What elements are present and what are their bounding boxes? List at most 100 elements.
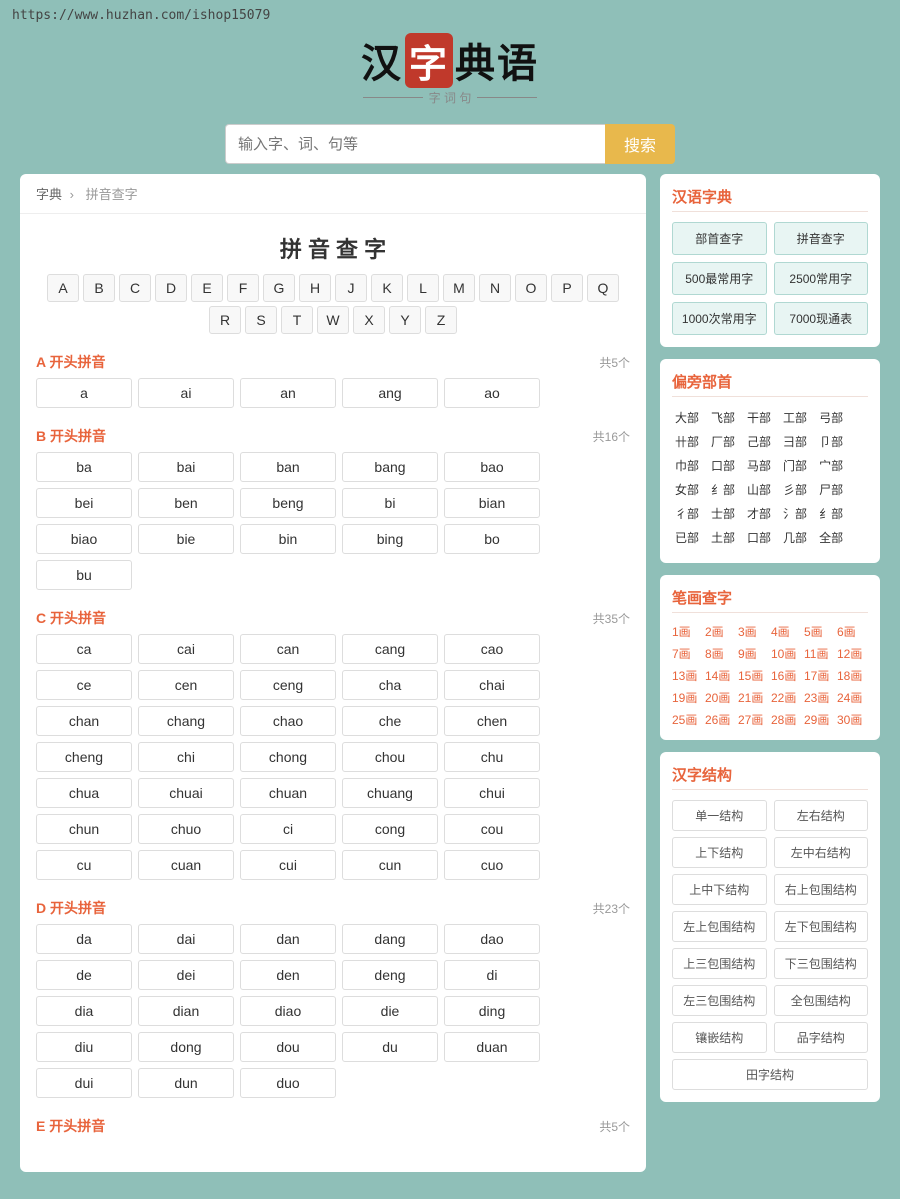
pinyin-ban[interactable]: ban bbox=[240, 452, 336, 482]
stroke-2[interactable]: 2画 bbox=[705, 623, 733, 640]
pinyin-bang[interactable]: bang bbox=[342, 452, 438, 482]
pinyin-dong[interactable]: dong bbox=[138, 1032, 234, 1062]
pinyin-cheng[interactable]: cheng bbox=[36, 742, 132, 772]
pinyin-den[interactable]: den bbox=[240, 960, 336, 990]
alpha-Q[interactable]: Q bbox=[587, 274, 619, 302]
radical-si[interactable]: 纟部 bbox=[708, 479, 738, 500]
pinyin-a[interactable]: a bbox=[36, 378, 132, 408]
pinyin-chua[interactable]: chua bbox=[36, 778, 132, 808]
struct-zuozhongyou[interactable]: 左中右结构 bbox=[774, 837, 869, 868]
alpha-H[interactable]: H bbox=[299, 274, 331, 302]
radical-mian[interactable]: 宀部 bbox=[816, 455, 846, 476]
radical-chi[interactable]: 彳部 bbox=[672, 503, 702, 524]
alpha-A[interactable]: A bbox=[47, 274, 79, 302]
stroke-8[interactable]: 8画 bbox=[705, 645, 733, 662]
pinyin-cou[interactable]: cou bbox=[444, 814, 540, 844]
stroke-6[interactable]: 6画 bbox=[837, 623, 865, 640]
radical-shi2[interactable]: 尸部 bbox=[816, 479, 846, 500]
radical-fei[interactable]: 飞部 bbox=[708, 407, 738, 428]
alpha-W[interactable]: W bbox=[317, 306, 349, 334]
pinyin-duo[interactable]: duo bbox=[240, 1068, 336, 1098]
stroke-1[interactable]: 1画 bbox=[672, 623, 700, 640]
pinyin-deng[interactable]: deng bbox=[342, 960, 438, 990]
radical-si2[interactable]: 纟部 bbox=[816, 503, 846, 524]
pinyin-da[interactable]: da bbox=[36, 924, 132, 954]
alpha-N[interactable]: N bbox=[479, 274, 511, 302]
pinyin-diu[interactable]: diu bbox=[36, 1032, 132, 1062]
pinyin-bo[interactable]: bo bbox=[444, 524, 540, 554]
stroke-16[interactable]: 16画 bbox=[771, 667, 799, 684]
pinyin-bian[interactable]: bian bbox=[444, 488, 540, 518]
stroke-25[interactable]: 25画 bbox=[672, 711, 700, 728]
alpha-T[interactable]: T bbox=[281, 306, 313, 334]
struct-youshanbaowo[interactable]: 右上包围结构 bbox=[774, 874, 869, 905]
alpha-O[interactable]: O bbox=[515, 274, 547, 302]
struct-zuosanbaowo[interactable]: 左三包围结构 bbox=[672, 985, 767, 1016]
pinyin-bei[interactable]: bei bbox=[36, 488, 132, 518]
radical-shui[interactable]: 氵部 bbox=[780, 503, 810, 524]
pinyin-ca[interactable]: ca bbox=[36, 634, 132, 664]
stroke-5[interactable]: 5画 bbox=[804, 623, 832, 640]
struct-zuoxiabaowo[interactable]: 左下包围结构 bbox=[774, 911, 869, 942]
pinyin-chuai[interactable]: chuai bbox=[138, 778, 234, 808]
alpha-L[interactable]: L bbox=[407, 274, 439, 302]
stroke-11[interactable]: 11画 bbox=[804, 645, 832, 662]
radical-shou[interactable]: 才部 bbox=[744, 503, 774, 524]
pinyin-chun[interactable]: chun bbox=[36, 814, 132, 844]
pinyin-ding[interactable]: ding bbox=[444, 996, 540, 1026]
pinyin-che[interactable]: che bbox=[342, 706, 438, 736]
pinyin-cai[interactable]: cai bbox=[138, 634, 234, 664]
radical-gong2[interactable]: 弓部 bbox=[816, 407, 846, 428]
pinyin-chao[interactable]: chao bbox=[240, 706, 336, 736]
alpha-F[interactable]: F bbox=[227, 274, 259, 302]
stroke-26[interactable]: 26画 bbox=[705, 711, 733, 728]
pinyin-bi[interactable]: bi bbox=[342, 488, 438, 518]
pinyin-bu[interactable]: bu bbox=[36, 560, 132, 590]
pinyin-dia[interactable]: dia bbox=[36, 996, 132, 1026]
radical-quan[interactable]: 全部 bbox=[816, 527, 846, 548]
pinyin-dan[interactable]: dan bbox=[240, 924, 336, 954]
alpha-X[interactable]: X bbox=[353, 306, 385, 334]
struct-shangsanbaowo[interactable]: 上三包围结构 bbox=[672, 948, 767, 979]
alpha-G[interactable]: G bbox=[263, 274, 295, 302]
stroke-13[interactable]: 13画 bbox=[672, 667, 700, 684]
stroke-22[interactable]: 22画 bbox=[771, 689, 799, 706]
pinyin-ai[interactable]: ai bbox=[138, 378, 234, 408]
pinyin-du[interactable]: du bbox=[342, 1032, 438, 1062]
stroke-18[interactable]: 18画 bbox=[837, 667, 865, 684]
btn-500-changyong[interactable]: 500最常用字 bbox=[672, 262, 767, 295]
pinyin-chou[interactable]: chou bbox=[342, 742, 438, 772]
stroke-12[interactable]: 12画 bbox=[837, 645, 865, 662]
pinyin-duan[interactable]: duan bbox=[444, 1032, 540, 1062]
pinyin-ci[interactable]: ci bbox=[240, 814, 336, 844]
pinyin-can[interactable]: can bbox=[240, 634, 336, 664]
pinyin-die[interactable]: die bbox=[342, 996, 438, 1026]
radical-ji3[interactable]: 几部 bbox=[780, 527, 810, 548]
radical-san[interactable]: 彡部 bbox=[780, 479, 810, 500]
pinyin-cha[interactable]: cha bbox=[342, 670, 438, 700]
stroke-27[interactable]: 27画 bbox=[738, 711, 766, 728]
pinyin-biao[interactable]: biao bbox=[36, 524, 132, 554]
pinyin-chang[interactable]: chang bbox=[138, 706, 234, 736]
struct-quanbaowo[interactable]: 全包围结构 bbox=[774, 985, 869, 1016]
pinyin-chi[interactable]: chi bbox=[138, 742, 234, 772]
radical-jin[interactable]: 巾部 bbox=[672, 455, 702, 476]
stroke-15[interactable]: 15画 bbox=[738, 667, 766, 684]
stroke-3[interactable]: 3画 bbox=[738, 623, 766, 640]
pinyin-cang[interactable]: cang bbox=[342, 634, 438, 664]
radical-ma[interactable]: 马部 bbox=[744, 455, 774, 476]
radical-da[interactable]: 大部 bbox=[672, 407, 702, 428]
pinyin-cui[interactable]: cui bbox=[240, 850, 336, 880]
pinyin-cu[interactable]: cu bbox=[36, 850, 132, 880]
stroke-17[interactable]: 17画 bbox=[804, 667, 832, 684]
radical-tu[interactable]: 土部 bbox=[708, 527, 738, 548]
struct-zuoyou[interactable]: 左右结构 bbox=[774, 800, 869, 831]
radical-nv[interactable]: 女部 bbox=[672, 479, 702, 500]
alpha-M[interactable]: M bbox=[443, 274, 475, 302]
radical-shi[interactable]: 士部 bbox=[708, 503, 738, 524]
pinyin-di[interactable]: di bbox=[444, 960, 540, 990]
pinyin-bao[interactable]: bao bbox=[444, 452, 540, 482]
radical-yi[interactable]: 已部 bbox=[672, 527, 702, 548]
stroke-7[interactable]: 7画 bbox=[672, 645, 700, 662]
alpha-S[interactable]: S bbox=[245, 306, 277, 334]
